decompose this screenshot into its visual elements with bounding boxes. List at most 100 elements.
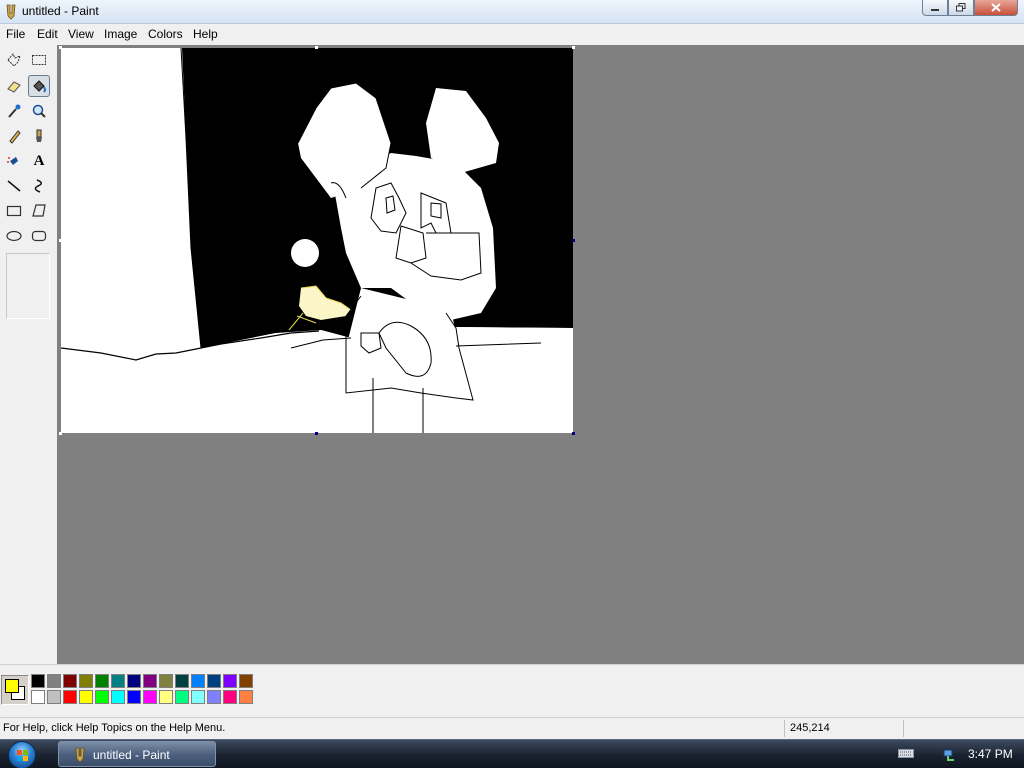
primary-color-swatch xyxy=(5,679,19,693)
palette-swatch[interactable] xyxy=(159,674,173,688)
rect-select-icon xyxy=(32,55,46,65)
paint-app-icon xyxy=(75,747,85,763)
curve-icon xyxy=(34,179,42,193)
palette-swatch[interactable] xyxy=(175,690,189,704)
status-coordinates: 245,214 xyxy=(790,722,830,734)
minimize-button[interactable] xyxy=(922,0,948,16)
palette-swatch[interactable] xyxy=(31,690,45,704)
tool-rounded-rectangle[interactable] xyxy=(28,225,50,247)
palette-swatch[interactable] xyxy=(207,674,221,688)
palette-swatch[interactable] xyxy=(175,674,189,688)
menu-edit[interactable]: Edit xyxy=(37,27,58,41)
brush-icon xyxy=(36,129,42,142)
taskbar-clock[interactable]: 3:47 PM xyxy=(968,747,1013,761)
airbrush-icon xyxy=(7,157,18,165)
tool-fill-with-color[interactable] xyxy=(28,75,50,97)
palette-swatch[interactable] xyxy=(159,690,173,704)
tool-brush[interactable] xyxy=(28,125,50,147)
eraser-icon xyxy=(7,81,21,93)
taskbar-paint-button[interactable]: untitled - Paint xyxy=(58,741,216,767)
menu-file[interactable]: File xyxy=(6,27,25,41)
toolbox: A xyxy=(0,46,56,664)
palette-swatch[interactable] xyxy=(239,674,253,688)
status-help-text: For Help, click Help Topics on the Help … xyxy=(3,722,226,734)
tool-free-form-select[interactable] xyxy=(3,49,25,71)
polygon-icon xyxy=(32,204,46,217)
palette-swatch[interactable] xyxy=(127,690,141,704)
taskbar: untitled - Paint 3:47 PM xyxy=(0,739,1024,768)
eyedropper-icon xyxy=(8,104,21,118)
palette-swatch[interactable] xyxy=(95,674,109,688)
rounded-rectangle-icon xyxy=(31,230,47,242)
menu-help[interactable]: Help xyxy=(193,27,218,41)
resize-handle-bottom-right[interactable] xyxy=(572,432,575,435)
paint-app-icon xyxy=(6,4,16,20)
tool-pick-color[interactable] xyxy=(3,100,25,122)
resize-handle-left xyxy=(59,239,62,242)
menu-image[interactable]: Image xyxy=(104,27,137,41)
status-divider xyxy=(784,720,785,737)
tool-ellipse[interactable] xyxy=(3,225,25,247)
restore-button[interactable] xyxy=(948,0,974,16)
palette-swatch[interactable] xyxy=(111,674,125,688)
tool-curve[interactable] xyxy=(28,175,50,197)
start-button[interactable] xyxy=(8,741,36,768)
keyboard-icon[interactable] xyxy=(898,747,914,759)
tool-magnifier[interactable] xyxy=(28,100,50,122)
drawing-canvas[interactable] xyxy=(59,46,575,435)
text-icon: A xyxy=(33,152,45,169)
palette-swatch[interactable] xyxy=(63,674,77,688)
tool-eraser[interactable] xyxy=(3,75,25,97)
palette-swatch[interactable] xyxy=(223,690,237,704)
palette-swatch[interactable] xyxy=(207,690,221,704)
tool-line[interactable] xyxy=(3,175,25,197)
pencil-icon xyxy=(9,130,21,144)
palette-swatch[interactable] xyxy=(239,690,253,704)
line-icon xyxy=(7,180,21,192)
close-button[interactable] xyxy=(974,0,1018,16)
taskbar-paint-label: untitled - Paint xyxy=(93,748,170,762)
status-divider xyxy=(903,720,904,737)
rectangle-icon xyxy=(6,205,22,217)
palette-swatch[interactable] xyxy=(95,690,109,704)
palette-swatch[interactable] xyxy=(111,690,125,704)
resize-handle-top-left xyxy=(59,46,62,49)
network-icon[interactable] xyxy=(942,747,958,763)
tool-rectangle[interactable] xyxy=(3,200,25,222)
palette-swatch[interactable] xyxy=(223,674,237,688)
paint-bucket-icon xyxy=(33,80,46,93)
tool-text[interactable]: A xyxy=(28,150,50,172)
palette-swatch[interactable] xyxy=(63,690,77,704)
menu-colors[interactable]: Colors xyxy=(148,27,183,41)
resize-handle-top xyxy=(315,46,318,49)
palette-swatch[interactable] xyxy=(79,674,93,688)
palette-swatch[interactable] xyxy=(191,674,205,688)
palette-swatch[interactable] xyxy=(143,690,157,704)
current-colors-box xyxy=(1,675,29,705)
tool-polygon[interactable] xyxy=(28,200,50,222)
resize-handle-bottom-left xyxy=(59,432,62,435)
resize-handle-bottom[interactable] xyxy=(315,432,318,435)
tool-pencil[interactable] xyxy=(3,125,25,147)
menu-view[interactable]: View xyxy=(68,27,94,41)
tool-airbrush[interactable] xyxy=(3,150,25,172)
minimize-icon xyxy=(931,8,939,11)
tool-select[interactable] xyxy=(28,49,50,71)
magnifier-icon xyxy=(32,104,46,118)
free-form-select-icon xyxy=(7,53,21,67)
status-bar: For Help, click Help Topics on the Help … xyxy=(0,717,1024,739)
title-bar[interactable]: untitled - Paint xyxy=(0,0,1024,24)
restore-icon xyxy=(956,3,966,12)
ellipse-icon xyxy=(6,230,22,242)
palette-swatch[interactable] xyxy=(143,674,157,688)
resize-handle-top-right xyxy=(572,46,575,49)
palette-swatch[interactable] xyxy=(47,690,61,704)
tool-options-box[interactable] xyxy=(6,253,50,319)
palette-swatch[interactable] xyxy=(191,690,205,704)
palette-swatch[interactable] xyxy=(31,674,45,688)
resize-handle-right[interactable] xyxy=(572,239,575,242)
workspace xyxy=(57,45,1024,664)
palette-swatch[interactable] xyxy=(47,674,61,688)
palette-swatch[interactable] xyxy=(127,674,141,688)
palette-swatch[interactable] xyxy=(79,690,93,704)
